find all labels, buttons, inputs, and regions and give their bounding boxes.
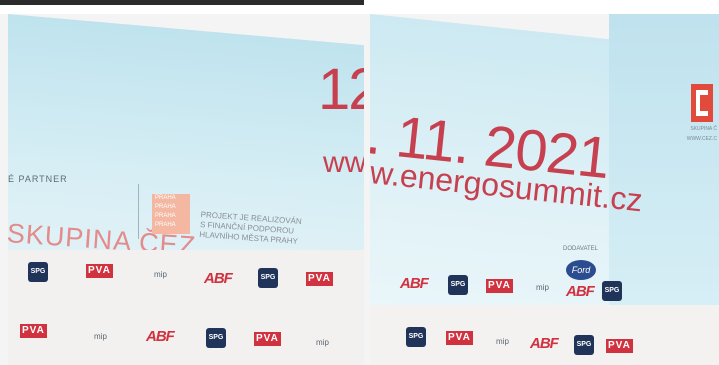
spg-logo: SPG bbox=[602, 281, 622, 301]
pva-logo: PVA bbox=[20, 324, 47, 338]
partner-label: É PARTNER bbox=[8, 174, 68, 184]
spg-logo: SPG bbox=[28, 262, 48, 282]
abf-logo: ABF bbox=[400, 275, 429, 292]
left-photo: 12 www É PARTNER SKUPINA ČEZ PRAHA PRAHA… bbox=[8, 14, 364, 365]
mip-logo: mip bbox=[496, 337, 509, 346]
event-date-fragment: 12 bbox=[318, 57, 364, 122]
photo-collage: 12 www É PARTNER SKUPINA ČEZ PRAHA PRAHA… bbox=[0, 0, 719, 365]
top-dark-edge bbox=[0, 0, 364, 5]
pva-logo: PVA bbox=[606, 339, 633, 353]
side-screen bbox=[609, 14, 719, 324]
pva-logo: PVA bbox=[446, 331, 473, 345]
mip-logo: mip bbox=[536, 283, 549, 292]
logo-divider bbox=[138, 184, 139, 239]
abf-logo: ABF bbox=[204, 270, 233, 287]
spg-logo: SPG bbox=[206, 328, 226, 348]
spg-logo: SPG bbox=[448, 275, 468, 295]
cez-brand-small: SKUPINA Č bbox=[690, 126, 717, 132]
cez-logo-icon bbox=[691, 84, 713, 122]
supplier-label: DODAVATEL bbox=[563, 246, 599, 252]
pva-logo: PVA bbox=[86, 264, 113, 278]
mip-logo: mip bbox=[316, 338, 329, 347]
spg-logo: SPG bbox=[258, 268, 278, 288]
top-strip bbox=[0, 0, 719, 14]
sponsor-backdrop-right: ABF SPG PVA mip ABF SPG SPG PVA mip ABF … bbox=[370, 275, 719, 365]
spg-logo: SPG bbox=[406, 327, 426, 347]
ford-logo: Ford bbox=[566, 260, 596, 280]
praha-logo: PRAHA PRAHA PRAHA PRAHA bbox=[152, 194, 190, 234]
spg-logo: SPG bbox=[574, 335, 594, 355]
right-photo: . 11. 2021 w.energosummit.cz SKUPINA Č W… bbox=[370, 14, 719, 365]
mip-logo: mip bbox=[154, 270, 167, 279]
pva-logo: PVA bbox=[254, 332, 281, 346]
abf-logo: ABF bbox=[566, 283, 595, 300]
abf-logo: ABF bbox=[146, 328, 175, 345]
cez-url-small: WWW.CEZ.C bbox=[686, 136, 717, 142]
sponsor-backdrop-left: SPG PVA mip ABF SPG PVA PVA mip ABF SPG … bbox=[8, 250, 364, 365]
pva-logo: PVA bbox=[486, 279, 513, 293]
event-url-fragment: www bbox=[323, 146, 364, 179]
abf-logo: ABF bbox=[530, 335, 559, 352]
pva-logo: PVA bbox=[306, 272, 333, 286]
mip-logo: mip bbox=[94, 332, 107, 341]
